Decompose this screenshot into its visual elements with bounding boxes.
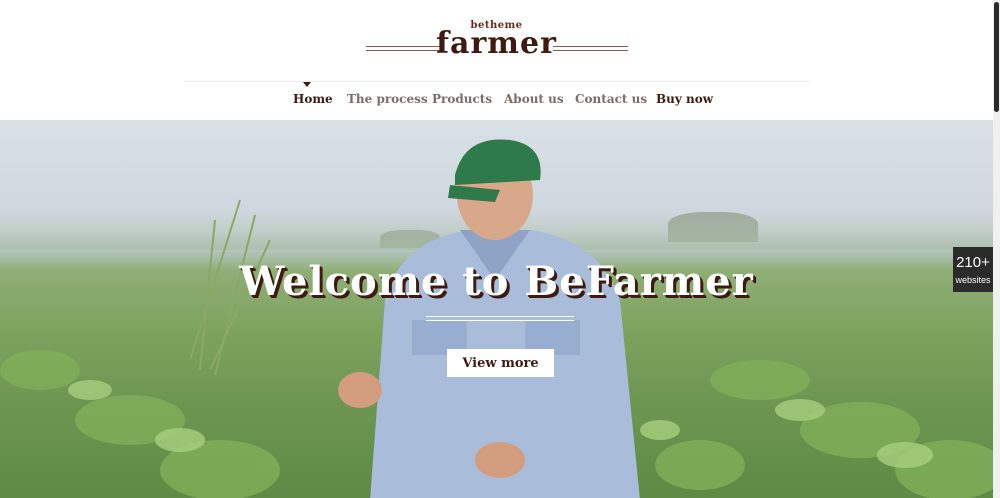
- logo-main-text: farmer: [436, 26, 557, 61]
- websites-label: websites: [955, 275, 991, 285]
- nav-item-about-us[interactable]: About us: [504, 92, 564, 106]
- farmer-image: [338, 139, 640, 498]
- nav-item-home[interactable]: Home: [293, 92, 333, 106]
- scrollbar-thumb[interactable]: [994, 2, 999, 112]
- hero-title-rule: [426, 316, 574, 321]
- nav-item-the-process[interactable]: The process: [347, 92, 428, 106]
- nav-item-contact-us[interactable]: Contact us: [575, 92, 647, 106]
- nav-divider: [184, 81, 810, 82]
- nav-item-buy-now[interactable]: Buy now: [656, 92, 713, 106]
- view-more-button[interactable]: View more: [447, 349, 554, 377]
- nav-item-products[interactable]: Products: [432, 92, 492, 106]
- site-logo[interactable]: betheme farmer: [0, 20, 993, 64]
- hero-title: Welcome to BeFarmer: [239, 258, 754, 305]
- logo-rule-right: [553, 46, 628, 51]
- hero-section: Welcome to BeFarmer View more: [0, 120, 993, 498]
- websites-badge[interactable]: 210+ websites: [953, 247, 993, 292]
- websites-count: 210+: [956, 254, 990, 271]
- site-header: betheme farmer Home The process Products…: [0, 0, 993, 120]
- main-nav: Home The process Products About us Conta…: [0, 92, 993, 110]
- active-nav-marker-icon: [303, 82, 311, 87]
